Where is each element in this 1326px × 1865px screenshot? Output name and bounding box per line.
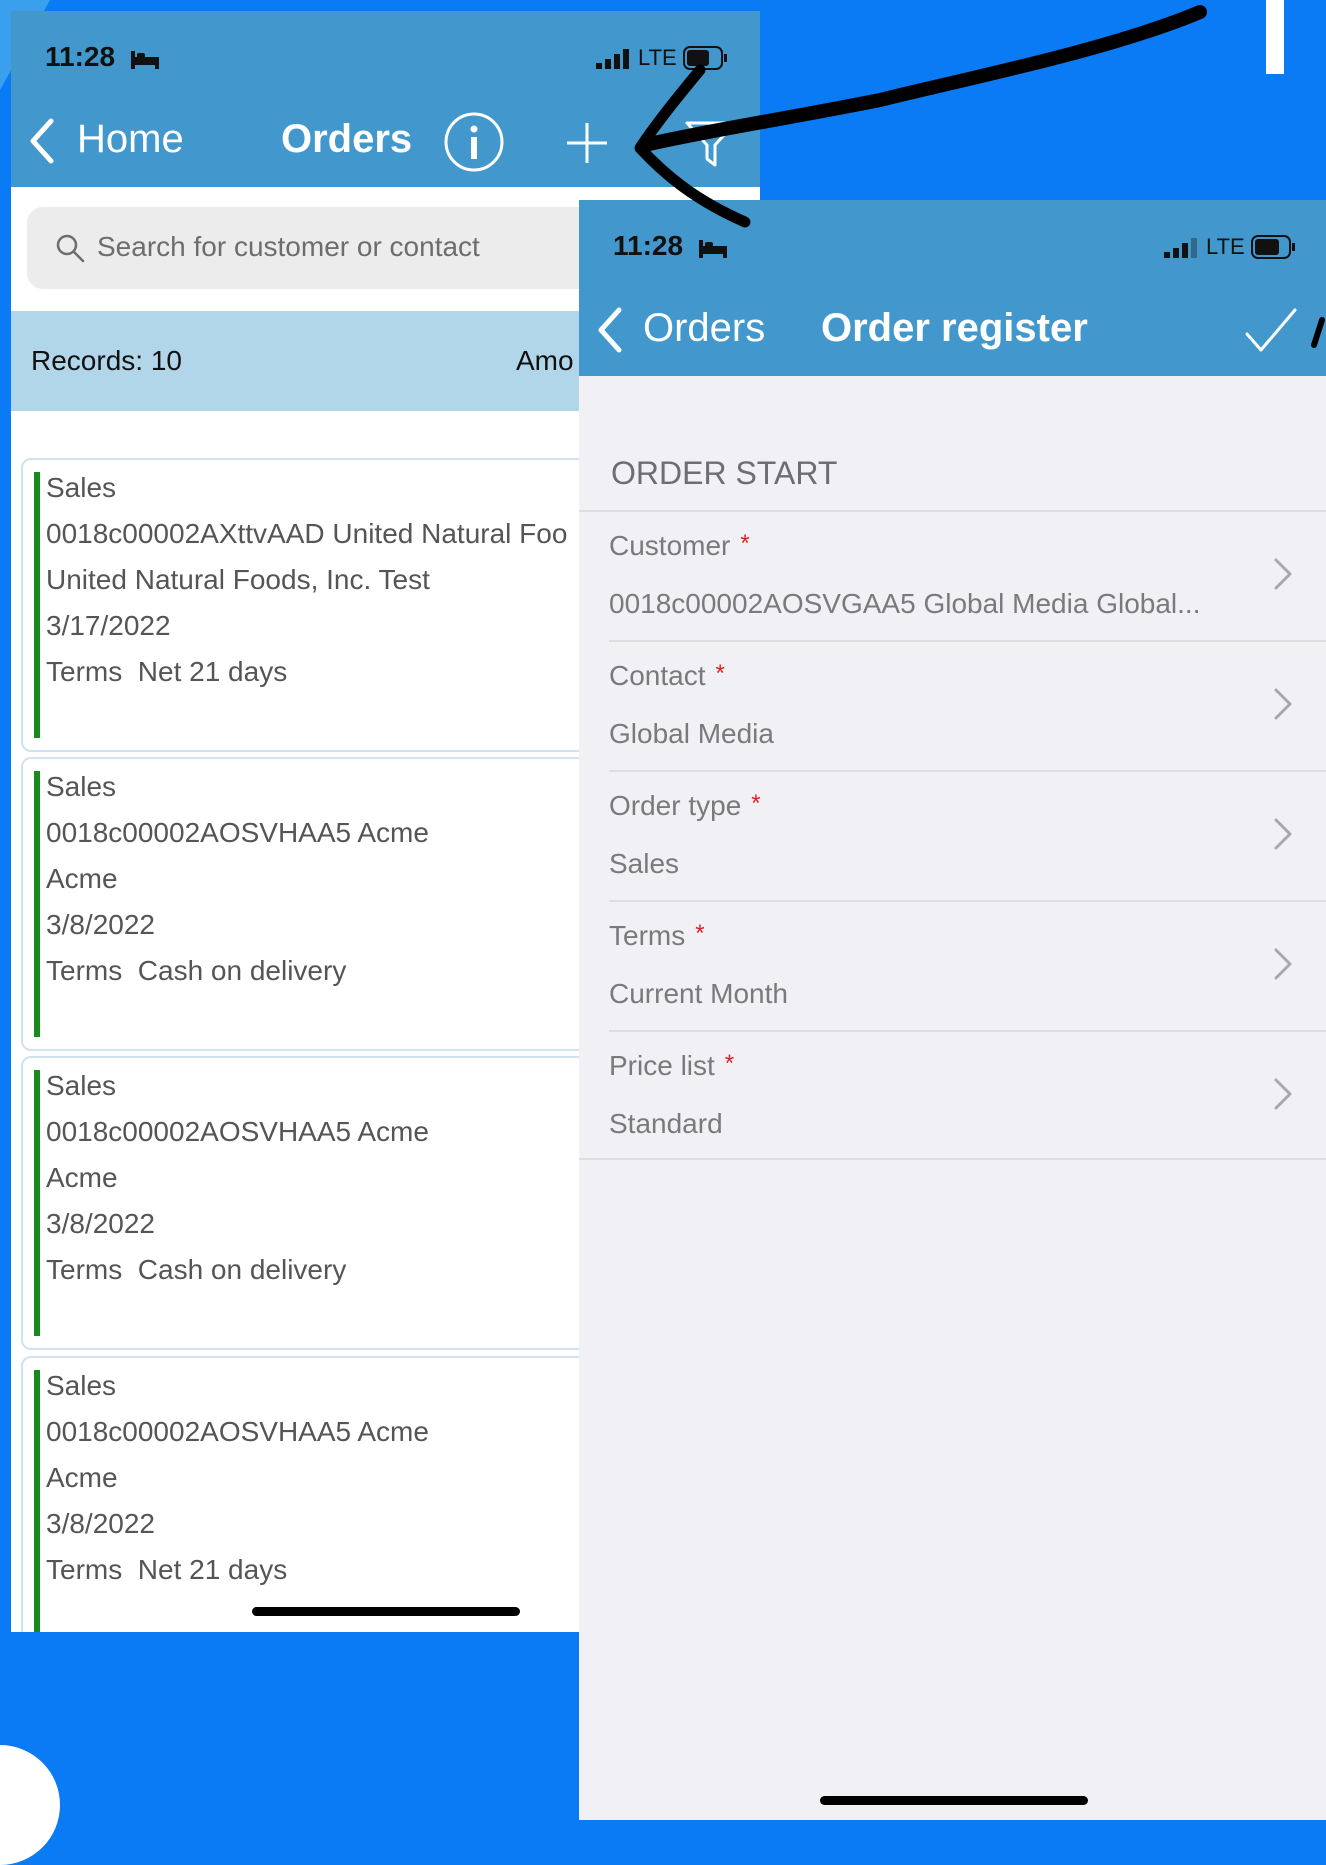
order-customer: Acme — [46, 863, 118, 894]
field-label: Order type * — [609, 790, 761, 822]
page-title: Order register — [821, 306, 1088, 350]
home-indicator[interactable] — [252, 1607, 520, 1616]
order-terms: Terms Cash on delivery — [46, 1254, 347, 1285]
order-terms: Terms Net 21 days — [46, 656, 288, 687]
filter-icon[interactable] — [681, 113, 741, 173]
order-account: 0018c00002AOSVHAA5 Acme — [46, 817, 429, 848]
order-register-screen: 11:28 LTE Orders Order register ORDER ST… — [579, 200, 1326, 1820]
order-date: 3/8/2022 — [46, 1208, 155, 1239]
order-type: Sales — [46, 1070, 117, 1101]
checkmark-icon[interactable] — [1243, 306, 1299, 356]
order-type: Sales — [46, 1370, 117, 1401]
field-value: Global Media — [609, 718, 774, 749]
bed-icon — [699, 240, 727, 258]
required-marker: * — [740, 530, 750, 557]
field-customer[interactable]: Customer * 0018c00002AOSVGAA5 Global Medi… — [579, 512, 1326, 642]
field-contact[interactable]: Contact * Global Media — [579, 642, 1326, 772]
order-terms: Terms Net 21 days — [46, 1554, 288, 1585]
required-marker: * — [724, 1050, 735, 1077]
field-label-text: Price list — [609, 1050, 715, 1081]
search-placeholder: Search for customer or contact — [97, 231, 480, 262]
field-label: Terms * — [609, 920, 705, 952]
order-register-nav-bar: 11:28 LTE Orders Order register — [579, 200, 1326, 376]
field-label: Customer * — [609, 530, 750, 562]
back-button[interactable]: Orders — [595, 300, 765, 360]
field-terms[interactable]: Terms * Current Month — [579, 902, 1326, 1032]
order-date: 3/8/2022 — [46, 909, 155, 940]
battery-icon — [1251, 235, 1295, 259]
field-value: Sales — [609, 848, 680, 879]
field-label-text: Customer — [609, 530, 731, 561]
orders-nav-bar: 11:28 LTE Home Orders — [11, 11, 760, 187]
signal-icon — [596, 49, 629, 69]
order-date: 3/8/2022 — [46, 1508, 155, 1539]
chevron-left-icon — [598, 307, 622, 353]
info-icon[interactable] — [443, 111, 505, 173]
section-title: ORDER START — [611, 455, 838, 491]
status-stripe — [34, 1370, 40, 1632]
field-value: Standard — [609, 1108, 723, 1139]
field-order-type[interactable]: Order type * Sales — [579, 772, 1326, 902]
background-accent-bar — [1266, 0, 1284, 74]
field-label-text: Terms — [609, 920, 686, 951]
chevron-right-icon — [1274, 1078, 1292, 1110]
chevron-right-icon — [1274, 688, 1292, 720]
chevron-right-icon — [1274, 948, 1292, 980]
chevron-left-icon — [30, 118, 54, 164]
chevron-right-icon — [1274, 818, 1292, 850]
order-account: 0018c00002AOSVHAA5 Acme — [46, 1416, 429, 1447]
order-customer: United Natural Foods, Inc. Test — [46, 564, 430, 595]
signal-icon — [1164, 238, 1197, 258]
order-date: 3/17/2022 — [46, 610, 171, 641]
field-label: Price list * — [609, 1050, 734, 1082]
status-stripe — [34, 1070, 40, 1336]
chevron-right-icon — [1274, 558, 1292, 590]
order-account: 0018c00002AXttvAAD United Natural Foo — [46, 518, 568, 549]
order-terms: Terms Cash on delivery — [46, 955, 347, 986]
required-marker: * — [715, 660, 725, 687]
battery-icon — [683, 46, 727, 70]
bed-icon — [131, 51, 159, 69]
field-label: Contact * — [609, 660, 725, 692]
status-time: 11:28 — [45, 41, 116, 72]
order-type: Sales — [46, 472, 117, 503]
back-label: Orders — [643, 306, 766, 350]
status-stripe — [34, 472, 40, 738]
field-price-list[interactable]: Price list * Standard — [579, 1032, 1326, 1162]
amount-label: Amo — [516, 345, 574, 376]
field-value: 0018c00002AOSVGAA5 Global Media Global..… — [609, 588, 1201, 619]
field-value: Current Month — [609, 978, 788, 1009]
order-type: Sales — [46, 771, 117, 802]
field-label-text: Order type — [609, 790, 742, 821]
records-count: Records: 10 — [31, 345, 182, 376]
back-button[interactable]: Home — [27, 111, 207, 171]
required-marker: * — [751, 790, 761, 817]
carrier-label: LTE — [638, 45, 677, 70]
divider — [579, 1158, 1326, 1160]
order-customer: Acme — [46, 1462, 118, 1493]
background-accent-blob — [0, 1745, 60, 1865]
order-customer: Acme — [46, 1162, 118, 1193]
status-time: 11:28 — [613, 230, 684, 261]
carrier-label: LTE — [1206, 234, 1245, 259]
back-label: Home — [77, 117, 184, 161]
field-label-text: Contact — [609, 660, 706, 691]
page-title: Orders — [281, 117, 413, 161]
order-account: 0018c00002AOSVHAA5 Acme — [46, 1116, 429, 1147]
plus-icon[interactable] — [565, 121, 609, 165]
status-stripe — [34, 771, 40, 1037]
home-indicator[interactable] — [820, 1796, 1088, 1805]
required-marker: * — [695, 920, 705, 947]
search-icon — [56, 234, 85, 263]
